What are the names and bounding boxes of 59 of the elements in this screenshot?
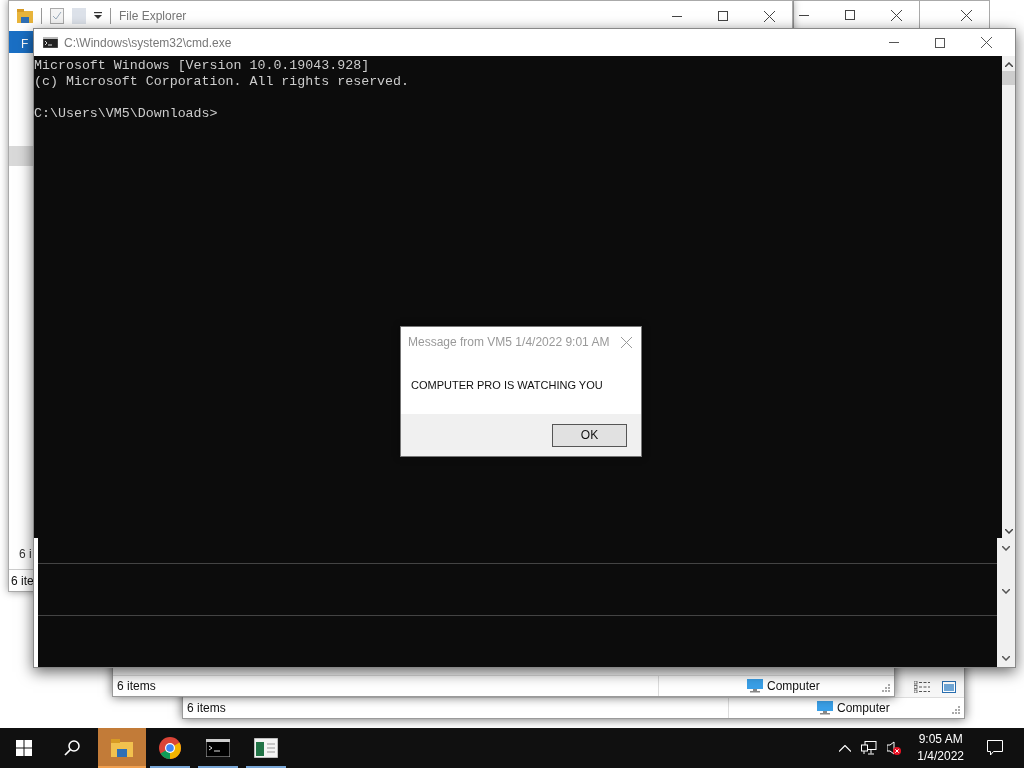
close-icon	[763, 10, 775, 22]
volume-muted-icon	[887, 741, 902, 755]
scroll-down-icon	[1004, 529, 1013, 534]
close-icon	[620, 336, 632, 348]
minimize-icon	[672, 15, 682, 17]
minimize-icon	[889, 42, 899, 43]
document-window-icon	[254, 738, 278, 758]
close-icon	[960, 9, 972, 21]
large-icons-view-icon	[942, 681, 956, 693]
scroll-down-icon	[1002, 589, 1010, 594]
console-icon	[43, 37, 58, 48]
computer-icon	[817, 701, 833, 715]
file-tab[interactable]: F	[9, 31, 35, 53]
close-icon	[980, 37, 992, 48]
nav-selection	[9, 146, 34, 166]
close-icon	[890, 9, 902, 21]
maximize-icon	[718, 11, 728, 21]
chrome-icon	[159, 737, 181, 759]
scroll-down-icon	[1002, 546, 1010, 551]
status-text: 6 i	[19, 546, 32, 563]
customize-arrow-icon	[94, 12, 102, 20]
zone-text: Computer	[767, 678, 820, 695]
chevron-up-icon	[839, 744, 852, 752]
windows-logo-icon	[16, 740, 32, 756]
console-icon	[206, 739, 230, 757]
computer-icon	[747, 679, 763, 693]
scroll-down-icon	[1002, 656, 1010, 661]
console-line: (c) Microsoft Corporation. All rights reserved.	[34, 74, 411, 90]
minimize-icon	[799, 14, 809, 16]
status-text: 6 items	[116, 678, 157, 695]
status-text: 6 items	[186, 700, 227, 717]
zone-text: Computer	[837, 700, 890, 717]
scrollbar[interactable]	[1002, 56, 1015, 538]
folder-icon	[111, 739, 133, 757]
network-icon	[861, 741, 878, 755]
window-title: File Explorer	[119, 8, 187, 25]
search-icon	[64, 740, 80, 756]
clock-time: 9:05 AM	[918, 731, 963, 748]
scroll-thumb[interactable]	[1002, 71, 1015, 85]
maximize-icon	[845, 10, 855, 20]
clock-date: 1/4/2022	[917, 748, 964, 765]
notification-icon	[987, 740, 1003, 756]
folder-icon	[17, 9, 33, 23]
close-button[interactable]	[619, 335, 633, 349]
maximize-icon	[935, 37, 945, 48]
new-folder-icon	[72, 8, 86, 24]
ok-button[interactable]: OK	[552, 423, 627, 447]
clock[interactable]: 9:05 AM 1/4/2022	[911, 731, 970, 765]
status-text: 6 ite	[10, 572, 34, 590]
resize-grip-icon	[952, 706, 960, 714]
dialog-message: COMPUTER PRO IS WATCHING YOU	[411, 378, 603, 394]
resize-grip-icon	[882, 684, 890, 692]
console-prompt: C:\Users\VM5\Downloads>	[34, 106, 219, 122]
dialog-title: Message from VM5 1/4/2022 9:01 AM	[408, 334, 611, 351]
window-title: C:\Windows\system32\cmd.exe	[64, 34, 232, 52]
details-view-icon	[914, 681, 930, 693]
console-line: Microsoft Windows [Version 10.0.19043.928]	[34, 58, 371, 74]
properties-icon	[50, 8, 64, 24]
scroll-up-icon	[1004, 62, 1013, 67]
